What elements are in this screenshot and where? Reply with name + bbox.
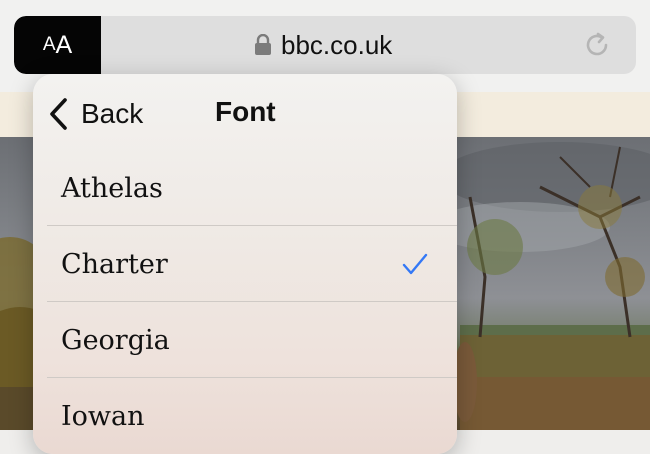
reader-view-button[interactable]: A A [14,16,101,74]
checkmark-icon [402,253,428,275]
address-bar[interactable]: A A bbc.co.uk [14,16,636,74]
popover-title: Font [215,96,276,127]
font-option-label: Iowan [61,400,145,432]
font-option-label: Athelas [61,172,163,204]
font-option-athelas[interactable]: Athelas [33,150,457,226]
back-button[interactable]: Back [47,94,143,134]
font-option-label: Charter [61,248,168,280]
reload-icon[interactable] [582,30,612,60]
font-list: Athelas Charter Georgia Iowan [33,150,457,454]
url-text: bbc.co.uk [281,29,393,60]
popover-header: Back Font [33,74,457,150]
back-label: Back [81,98,144,129]
reader-button-large-letter: A [55,30,73,59]
chevron-left-icon [50,98,67,130]
font-option-charter[interactable]: Charter [33,226,457,302]
lock-icon [255,34,271,55]
font-option-georgia[interactable]: Georgia [33,302,457,378]
font-option-iowan[interactable]: Iowan [33,378,457,454]
font-popover: Back Font Athelas Charter Georgia Iowan [33,74,457,454]
url-display[interactable]: bbc.co.uk [254,16,392,74]
font-option-label: Georgia [61,324,170,356]
reader-button-small-letter: A [42,34,56,55]
